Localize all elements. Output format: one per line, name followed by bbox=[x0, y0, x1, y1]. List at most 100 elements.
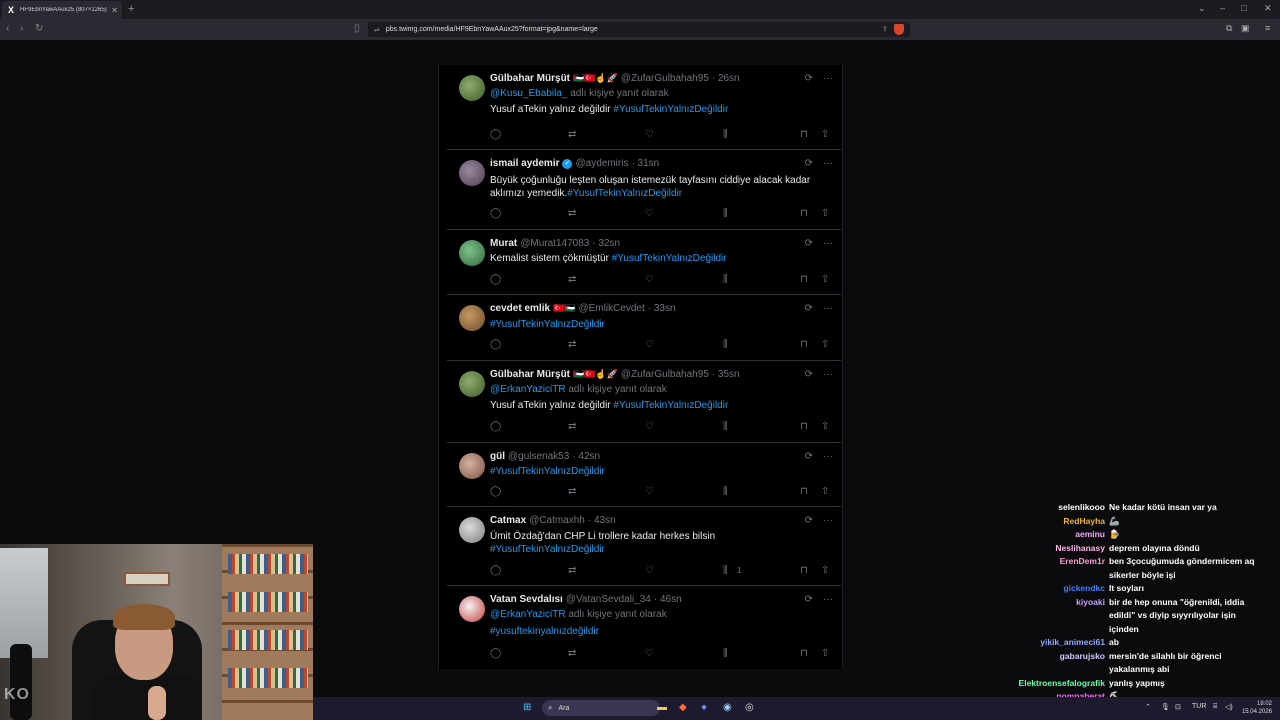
reply-to-link[interactable]: @Kusu_Ebabila_ bbox=[490, 88, 567, 99]
more-icon[interactable]: ··· bbox=[823, 73, 833, 84]
share-tweet-icon[interactable]: ⇧ bbox=[821, 129, 829, 140]
avatar[interactable] bbox=[459, 240, 485, 266]
retweet-icon[interactable]: ⇄ bbox=[568, 274, 576, 285]
reload-icon[interactable]: ↻ bbox=[35, 23, 43, 34]
author-name[interactable]: Catmax bbox=[490, 515, 526, 526]
volume-icon[interactable]: ◁) bbox=[1225, 703, 1233, 711]
avatar[interactable] bbox=[459, 75, 485, 101]
maximize-icon[interactable]: □ bbox=[1241, 3, 1246, 13]
author-handle[interactable]: @Catmaxhh bbox=[529, 515, 585, 526]
author-name[interactable]: Murat bbox=[490, 238, 517, 249]
bookmark-tweet-icon[interactable]: ⊓ bbox=[800, 486, 808, 497]
taskbar-clock[interactable]: 18:02 15.04.2026 bbox=[1242, 700, 1272, 716]
extensions-icon[interactable]: ⧉ bbox=[1226, 23, 1232, 34]
share-tweet-icon[interactable]: ⇧ bbox=[821, 648, 829, 659]
like-icon[interactable]: ♡ bbox=[645, 129, 654, 140]
author-name[interactable]: Gülbahar Mürşüt bbox=[490, 369, 570, 380]
grok-icon[interactable]: ⟳ bbox=[805, 451, 813, 462]
menu-icon[interactable]: ≡ bbox=[1265, 23, 1270, 33]
share-tweet-icon[interactable]: ⇧ bbox=[821, 339, 829, 350]
like-icon[interactable]: ♡ bbox=[645, 208, 654, 219]
retweet-icon[interactable]: ⇄ bbox=[568, 648, 576, 659]
chat-username[interactable]: kiyoaki bbox=[1076, 597, 1105, 607]
chat-username[interactable]: ErenDem1r bbox=[1060, 556, 1105, 566]
grok-icon[interactable]: ⟳ bbox=[805, 238, 813, 249]
author-name[interactable]: gül bbox=[490, 451, 505, 462]
more-icon[interactable]: ··· bbox=[823, 238, 833, 249]
brave-browser-icon[interactable]: ◆ bbox=[679, 702, 687, 713]
minimize-icon[interactable]: – bbox=[1220, 3, 1225, 13]
reply-icon[interactable]: ◯ bbox=[490, 486, 501, 497]
browser-tab[interactable]: X HF9EbnYawAAux25 (807×1265) ✕ bbox=[2, 1, 122, 19]
reply-to-link[interactable]: @ErkanYaziciTR bbox=[490, 609, 566, 620]
share-tweet-icon[interactable]: ⇧ bbox=[821, 274, 829, 285]
views-icon[interactable]: ⫼ bbox=[723, 565, 728, 576]
chat-username[interactable]: gickendkc bbox=[1063, 583, 1105, 593]
back-icon[interactable]: ‹ bbox=[6, 23, 9, 34]
chat-username[interactable]: Neslihanasy bbox=[1055, 543, 1105, 553]
author-name[interactable]: ismail aydemir bbox=[490, 158, 559, 169]
reply-icon[interactable]: ◯ bbox=[490, 274, 501, 285]
more-icon[interactable]: ··· bbox=[823, 158, 833, 169]
bookmark-tweet-icon[interactable]: ⊓ bbox=[800, 274, 808, 285]
like-icon[interactable]: ♡ bbox=[645, 274, 654, 285]
hashtag-link[interactable]: #YusufTekinYalnızDeğildir bbox=[612, 253, 727, 264]
grok-icon[interactable]: ⟳ bbox=[805, 594, 813, 605]
like-icon[interactable]: ♡ bbox=[645, 565, 654, 576]
more-icon[interactable]: ··· bbox=[823, 594, 833, 605]
reply-to-link[interactable]: @ErkanYaziciTR bbox=[490, 384, 566, 395]
like-icon[interactable]: ♡ bbox=[645, 339, 654, 350]
share-tweet-icon[interactable]: ⇧ bbox=[821, 421, 829, 432]
bookmark-tweet-icon[interactable]: ⊓ bbox=[800, 339, 808, 350]
more-icon[interactable]: ··· bbox=[823, 303, 833, 314]
bookmark-tweet-icon[interactable]: ⊓ bbox=[800, 208, 808, 219]
author-name[interactable]: Vatan Sevdalısı bbox=[490, 594, 563, 605]
bookmark-tweet-icon[interactable]: ⊓ bbox=[800, 129, 808, 140]
retweet-icon[interactable]: ⇄ bbox=[568, 421, 576, 432]
views-icon[interactable]: ⫼ bbox=[723, 421, 728, 432]
like-icon[interactable]: ♡ bbox=[645, 486, 654, 497]
bookmark-tweet-icon[interactable]: ⊓ bbox=[800, 565, 808, 576]
hashtag-link[interactable]: #YusufTekinYalnızDeğildir bbox=[490, 466, 605, 477]
grok-icon[interactable]: ⟳ bbox=[805, 369, 813, 380]
grok-icon[interactable]: ⟳ bbox=[805, 303, 813, 314]
retweet-icon[interactable]: ⇄ bbox=[568, 208, 576, 219]
new-tab-button[interactable]: + bbox=[128, 3, 134, 15]
share-tweet-icon[interactable]: ⇧ bbox=[821, 565, 829, 576]
author-handle[interactable]: @EmlikCevdet bbox=[578, 303, 644, 314]
more-icon[interactable]: ··· bbox=[823, 515, 833, 526]
share-tweet-icon[interactable]: ⇧ bbox=[821, 208, 829, 219]
chat-username[interactable]: Elektroensefalografik bbox=[1019, 678, 1105, 688]
views-icon[interactable]: ⫼ bbox=[723, 274, 728, 285]
windows-start-icon[interactable]: ⊞ bbox=[523, 702, 531, 713]
discord-icon[interactable]: ● bbox=[701, 702, 707, 713]
reply-icon[interactable]: ◯ bbox=[490, 648, 501, 659]
chat-username[interactable]: selenlikooo bbox=[1058, 502, 1105, 512]
tray-icon[interactable]: ⊡ bbox=[1175, 703, 1181, 711]
avatar[interactable] bbox=[459, 371, 485, 397]
grok-icon[interactable]: ⟳ bbox=[805, 515, 813, 526]
hashtag-link[interactable]: #YusufTekinYalnızDeğildir bbox=[613, 104, 728, 115]
hashtag-link[interactable]: #YusufTekinYalnızDeğildir bbox=[490, 544, 605, 555]
author-handle[interactable]: @VatanSevdali_34 bbox=[566, 594, 651, 605]
tab-list-icon[interactable]: ⌄ bbox=[1198, 3, 1206, 14]
reply-icon[interactable]: ◯ bbox=[490, 421, 501, 432]
site-info-icon[interactable]: ⇌ bbox=[374, 26, 380, 34]
chat-username[interactable]: RedHayha bbox=[1063, 516, 1105, 526]
bookmark-tweet-icon[interactable]: ⊓ bbox=[800, 648, 808, 659]
share-tweet-icon[interactable]: ⇧ bbox=[821, 486, 829, 497]
close-tab-icon[interactable]: ✕ bbox=[111, 6, 118, 15]
taskbar-search[interactable]: ⌕ Ara bbox=[542, 700, 660, 716]
address-bar[interactable]: ⇌ pbs.twimg.com/media/HF9EbnYawAAux25?fo… bbox=[368, 22, 910, 37]
retweet-icon[interactable]: ⇄ bbox=[568, 486, 576, 497]
author-handle[interactable]: @gulsenak53 bbox=[508, 451, 569, 462]
like-icon[interactable]: ♡ bbox=[645, 648, 654, 659]
reply-icon[interactable]: ◯ bbox=[490, 565, 501, 576]
steam-icon[interactable]: ◉ bbox=[723, 702, 732, 713]
avatar[interactable] bbox=[459, 305, 485, 331]
language-indicator[interactable]: TUR bbox=[1192, 703, 1206, 710]
avatar[interactable] bbox=[459, 596, 485, 622]
network-icon[interactable]: ⌸ bbox=[1213, 703, 1217, 711]
share-icon[interactable]: ⇪ bbox=[882, 25, 888, 33]
forward-icon[interactable]: › bbox=[20, 23, 23, 34]
